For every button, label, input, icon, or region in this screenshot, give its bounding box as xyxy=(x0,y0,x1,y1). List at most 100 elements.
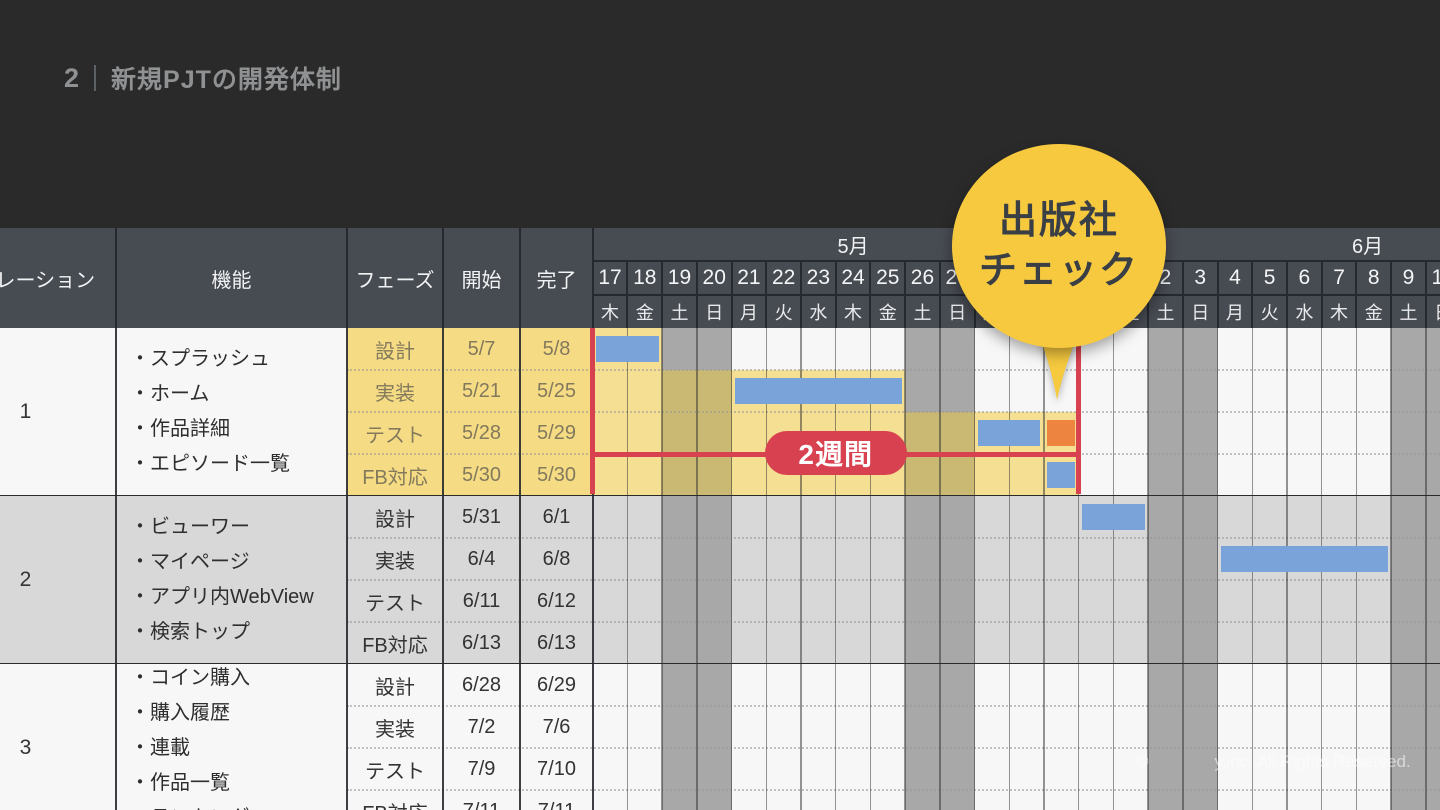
day-column-border xyxy=(973,328,976,810)
start-date-cell: 6/28 xyxy=(462,673,501,696)
header-end-column: 完了 xyxy=(536,269,577,292)
day-of-week-cell: 木 xyxy=(1330,302,1349,323)
end-date-cell: 5/29 xyxy=(537,421,576,444)
highlight-overlay-weekend xyxy=(696,370,732,412)
day-of-week-cell: 土 xyxy=(913,302,932,323)
feature-item: ・ランキング xyxy=(130,801,347,810)
column-border-line xyxy=(115,328,117,810)
day-column-border xyxy=(1425,328,1427,810)
phase-cell: テスト xyxy=(365,760,425,783)
day-of-week-cell: 土 xyxy=(1399,302,1418,323)
header-start-column: 開始 xyxy=(461,269,502,292)
header-feature-column: 機能 xyxy=(211,269,252,292)
header-border-line xyxy=(799,261,802,328)
start-date-cell: 5/21 xyxy=(462,379,501,402)
start-date-cell: 6/11 xyxy=(462,589,501,612)
start-date-cell: 5/31 xyxy=(462,505,501,528)
gantt-bar xyxy=(596,336,659,362)
copyright-watermark: © y,inc. All Rights Reserved. xyxy=(1136,752,1411,772)
date-cell: 26 xyxy=(910,266,935,289)
feature-item: ・検索トップ xyxy=(130,621,250,643)
start-date-cell: 5/7 xyxy=(467,337,496,360)
header-border-line xyxy=(1355,261,1358,328)
day-of-week-cell: 水 xyxy=(1295,302,1314,323)
end-date-cell: 7/6 xyxy=(542,715,571,738)
feature-item: ・コイン購入 xyxy=(130,666,250,689)
header-border-line xyxy=(1251,261,1254,328)
callout-bubble-line1: 出版社 xyxy=(998,200,1119,242)
header-border-line xyxy=(834,261,837,328)
header-border-line xyxy=(1320,261,1323,328)
header-border-line xyxy=(730,261,733,328)
column-border-line xyxy=(346,328,348,810)
dotted-row-separator xyxy=(347,747,1440,749)
highlight-overlay-weekend xyxy=(662,412,697,454)
start-date-cell: 6/13 xyxy=(462,631,501,654)
date-cell: 23 xyxy=(806,266,831,289)
highlight-overlay-weekend xyxy=(939,454,975,496)
header-border-line xyxy=(938,261,941,328)
header-border-line xyxy=(1286,261,1288,328)
duration-badge-label: 2週間 xyxy=(798,439,873,470)
day-of-week-cell: 土 xyxy=(1156,302,1175,323)
day-of-week-cell: 水 xyxy=(809,302,828,323)
day-column-border xyxy=(661,328,663,810)
date-cell: 21 xyxy=(737,266,761,289)
gantt-table: イテレーション機能フェーズ開始完了5月6月17木18金19土20日21月22火2… xyxy=(0,228,1440,810)
feature-item: ・連載 xyxy=(130,736,190,759)
header-border-line xyxy=(115,228,117,328)
end-date-cell: 6/29 xyxy=(537,673,576,696)
highlight-overlay-weekend xyxy=(696,412,732,454)
day-column-border xyxy=(696,328,698,810)
day-column-border xyxy=(1216,328,1219,810)
duration-badge: 2週間 xyxy=(764,431,907,475)
dotted-row-separator xyxy=(347,705,1440,707)
slide-title-text: 新規PJTの開発体制 xyxy=(111,66,342,94)
header-border-line xyxy=(1216,261,1219,328)
end-date-cell: 5/25 xyxy=(537,379,576,402)
day-of-week-cell: 金 xyxy=(635,302,654,323)
gantt-bar xyxy=(1221,546,1388,572)
feature-list: ・コイン購入・購入履歴・連載・作品一覧・ランキング xyxy=(130,664,347,810)
date-cell: 17 xyxy=(598,266,622,289)
dotted-row-separator xyxy=(347,621,1440,623)
date-cell: 10 xyxy=(1431,266,1440,289)
feature-item: ・ビューワー xyxy=(130,516,250,538)
header-border-line xyxy=(1424,261,1427,328)
gantt-bar xyxy=(978,420,1041,446)
gantt-bar xyxy=(735,378,902,404)
header-border-line xyxy=(346,228,348,328)
iteration-number: 1 xyxy=(19,400,32,423)
date-cell: 24 xyxy=(841,266,865,289)
phase-cell: FB対応 xyxy=(362,634,428,657)
column-border-line xyxy=(442,328,444,810)
day-column-border xyxy=(1008,328,1011,810)
phase-cell: テスト xyxy=(365,424,425,447)
date-cell: 5 xyxy=(1263,266,1276,289)
gantt-bar-publisher-check xyxy=(1047,420,1076,446)
day-of-week-cell: 火 xyxy=(774,302,793,323)
header-iteration-column: イテレーション xyxy=(0,269,96,292)
marker-line-start xyxy=(590,328,596,494)
header-border-line xyxy=(765,261,768,328)
end-date-cell: 6/8 xyxy=(542,547,571,570)
phase-cell: テスト xyxy=(365,592,425,615)
iteration-number: 2 xyxy=(19,568,32,591)
day-of-week-cell: 月 xyxy=(739,302,758,323)
date-cell: 8 xyxy=(1367,266,1380,289)
date-cell: 6 xyxy=(1298,266,1311,289)
date-cell: 19 xyxy=(667,266,692,289)
date-cell: 3 xyxy=(1194,266,1207,289)
copyright-symbol: © xyxy=(1136,752,1149,771)
header-phase-column: フェーズ xyxy=(355,269,435,292)
highlight-overlay-weekend xyxy=(905,454,940,496)
feature-list: ・ビューワー ・マイページ ・アプリ内WebView ・検索トップ xyxy=(130,496,347,664)
phase-cell: FB対応 xyxy=(347,790,443,810)
day-of-week-cell: 日 xyxy=(1191,302,1210,323)
header-border-line xyxy=(695,261,698,328)
start-date-cell: 7/9 xyxy=(467,757,496,780)
end-date-cell: 5/30 xyxy=(537,463,576,486)
title-separator-bar xyxy=(94,65,97,91)
header-border-line xyxy=(1181,261,1184,328)
header-border-line xyxy=(626,261,629,328)
